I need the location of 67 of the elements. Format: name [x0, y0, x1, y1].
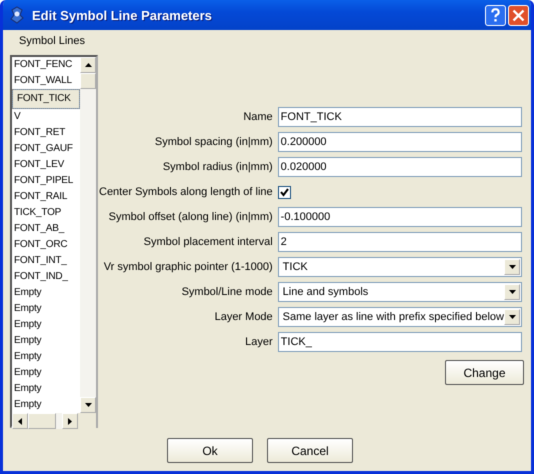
- list-item[interactable]: FONT_INT_: [12, 253, 80, 269]
- scroll-thumb[interactable]: [28, 413, 56, 429]
- list-item[interactable]: Empty: [12, 301, 80, 317]
- scroll-up-button[interactable]: [80, 57, 96, 73]
- right-arrow-icon: [68, 418, 72, 424]
- scroll-left-button[interactable]: [12, 413, 28, 429]
- list-item[interactable]: Empty: [12, 381, 80, 397]
- app-icon: [8, 6, 26, 24]
- list-item[interactable]: FONT_AB_: [12, 221, 80, 237]
- list-item[interactable]: FONT_TICK: [12, 89, 80, 109]
- list-item[interactable]: FONT_RAIL: [12, 189, 80, 205]
- list-item[interactable]: Empty: [12, 317, 80, 333]
- field-label: Layer Mode: [214, 311, 273, 323]
- dropdown[interactable]: Same layer as line with prefix specified below: [278, 307, 522, 327]
- symbol-list[interactable]: FONT_FENC FONT_WALL FONT_TICK V FONT_RET FONT_GAUF FONT_LEV FONT_PIPEL FONT_RAIL TICK_TOP FONT_AB_ FONT_ORC FONT_INT_ FONT_IND_ Empty Empty Empty Empty Empty Empty Empty Empty: [10, 55, 98, 428]
- up-arrow-icon: [84, 63, 92, 67]
- dialog-button[interactable]: Ok: [167, 438, 253, 463]
- horizontal-scrollbar[interactable]: [12, 413, 96, 429]
- text-field[interactable]: TICK_: [278, 332, 522, 352]
- list-item[interactable]: FONT_ORC: [12, 237, 80, 253]
- dropdown[interactable]: Line and symbols: [278, 282, 522, 302]
- list-item[interactable]: FONT_LEV: [12, 157, 80, 173]
- scroll-thumb[interactable]: [80, 73, 96, 89]
- dropdown-arrow-icon: [508, 315, 516, 319]
- left-arrow-icon: [18, 418, 22, 424]
- list-item[interactable]: FONT_RET: [12, 125, 80, 141]
- check-icon: [280, 188, 289, 196]
- field-label: Symbol radius (in|mm): [162, 161, 273, 173]
- vertical-scrollbar[interactable]: [80, 57, 96, 413]
- scroll-down-button[interactable]: [80, 397, 96, 413]
- field-label: Symbol placement interval: [142, 236, 273, 248]
- close-button[interactable]: [508, 4, 529, 26]
- dropdown-arrow-icon: [508, 290, 516, 294]
- text-field[interactable]: FONT_TICK: [278, 107, 522, 127]
- field-label: Layer: [244, 336, 273, 348]
- field-label: Name: [242, 111, 273, 123]
- list-item[interactable]: FONT_WALL: [12, 73, 80, 89]
- list-item[interactable]: FONT_FENC: [12, 57, 80, 73]
- list-item[interactable]: Empty: [12, 285, 80, 301]
- scroll-right-button[interactable]: [62, 413, 78, 429]
- dialog-button[interactable]: Cancel: [267, 438, 353, 463]
- text-field[interactable]: 0.020000: [278, 157, 522, 177]
- text-field[interactable]: 2: [278, 232, 522, 252]
- dropdown-arrow-icon: [508, 265, 516, 269]
- list-item[interactable]: TICK_TOP: [12, 205, 80, 221]
- checkbox[interactable]: [278, 186, 291, 198]
- list-item[interactable]: FONT_IND_: [12, 269, 80, 285]
- list-item[interactable]: Empty: [12, 397, 80, 413]
- field-label: Symbol/Line mode: [180, 286, 273, 298]
- change-button[interactable]: Change: [445, 360, 524, 385]
- field-label: Vr symbol graphic pointer (1-1000): [102, 261, 273, 273]
- list-item[interactable]: V: [12, 109, 80, 125]
- dropdown[interactable]: TICK: [278, 257, 522, 277]
- help-button[interactable]: [485, 4, 506, 26]
- list-label: Symbol Lines: [18, 35, 86, 49]
- field-label: Symbol offset (along line) (in|mm): [108, 211, 273, 223]
- list-item[interactable]: Empty: [12, 365, 80, 381]
- field-label: Symbol spacing (in|mm): [154, 136, 273, 148]
- list-item[interactable]: Empty: [12, 349, 80, 365]
- window-title: Edit Symbol Line Parameters: [32, 8, 213, 22]
- text-field[interactable]: 0.200000: [278, 132, 522, 152]
- list-item[interactable]: FONT_GAUF: [12, 141, 80, 157]
- field-label: Center Symbols along length of line: [98, 186, 273, 198]
- list-item[interactable]: FONT_PIPEL: [12, 173, 80, 189]
- down-arrow-icon: [84, 403, 92, 407]
- list-item[interactable]: Empty: [12, 333, 80, 349]
- text-field[interactable]: -0.100000: [278, 207, 522, 227]
